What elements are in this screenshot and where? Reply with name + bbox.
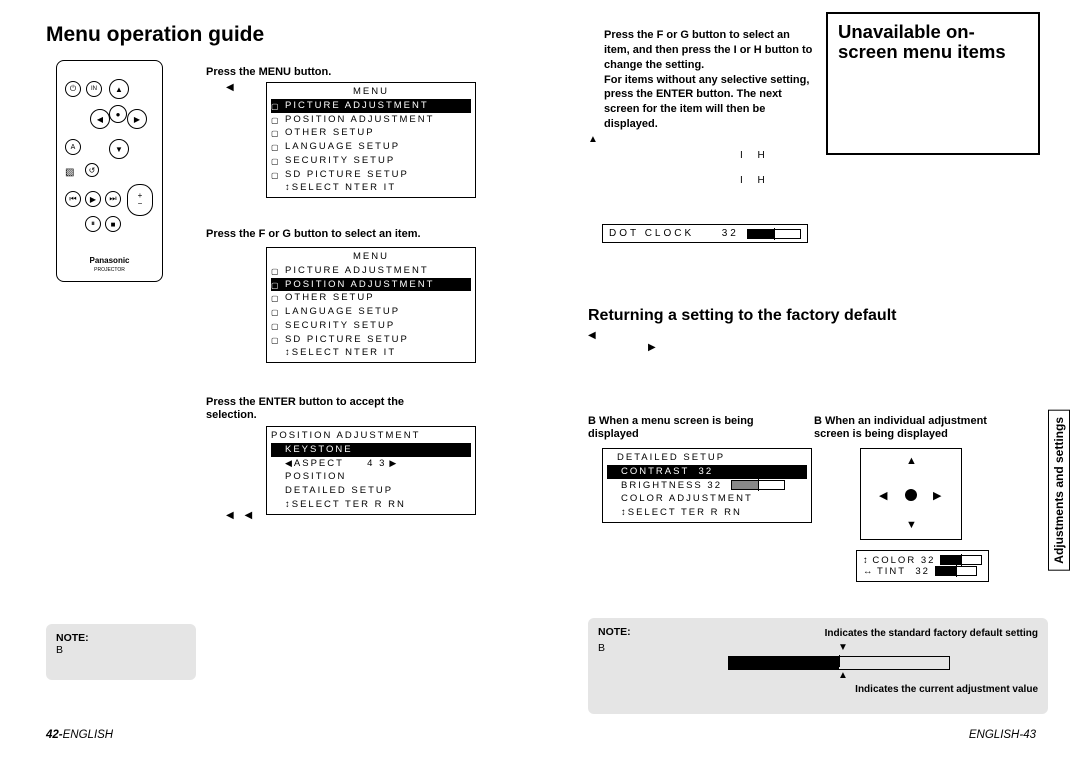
color-tint-box: ↕ COLOR 32 ↔ TINT 32 [856, 550, 989, 582]
page-number-right: ENGLISH-43 [969, 729, 1036, 741]
arrow-left-icon: ◀ [226, 82, 234, 93]
arrow-up-icon: ▲ [588, 134, 598, 145]
note-box-left: NOTE: B [46, 624, 196, 680]
unavailable-menu-box: Unavailable on-screen menu items [826, 12, 1040, 155]
arrow-left-icon: ◀ ◀ [226, 510, 256, 521]
remote-brand: Panasonic [57, 256, 162, 265]
case1-label: B When a menu screen is being displayed [588, 415, 798, 441]
osd-menu-2: MENU ▢PICTURE ADJUSTMENT ▢POSITION ADJUS… [266, 247, 476, 363]
ih-indicator: I H [740, 175, 771, 186]
page-title-left: Menu operation guide [46, 23, 264, 47]
dpad-illustration: ▲ ◀ ▶ ▼ [860, 448, 962, 540]
dot-clock-row: DOT CLOCK 32 [602, 224, 808, 243]
arrow-left-icon: ◀ [588, 330, 596, 341]
case2-label: B When an individual adjustment screen i… [814, 415, 1024, 441]
step1-label: Press the MENU button. [206, 66, 331, 79]
step4-label: Press the F or G button to select an ite… [604, 28, 814, 132]
returning-title: Returning a setting to the factory defau… [588, 307, 896, 325]
osd-menu-4: DETAILED SETUP CONTRAST 32 BRIGHTNESS 32… [602, 448, 812, 523]
page-number-left: 42-ENGLISH [46, 729, 113, 741]
in-icon: IN [91, 86, 97, 92]
remote-control-illustration: ⏻ IN ▲ ◀ ▶ ● ▼ A ▧ ↺ ⏮ ▶ ⏭ +− ⏸ ■ Panaso… [56, 60, 163, 282]
ih-indicator: I H [740, 150, 771, 161]
remote-sub: PROJECTOR [57, 267, 162, 273]
power-icon: ⏻ [70, 84, 76, 94]
arrow-right-icon: ▶ [648, 342, 656, 353]
osd-menu-3: POSITION ADJUSTMENT KEYSTONE ASPECT 4 3 … [266, 426, 476, 515]
osd-menu-1: MENU ▢PICTURE ADJUSTMENT ▢POSITION ADJUS… [266, 82, 476, 198]
side-tab: Adjustments and settings [1048, 410, 1070, 571]
step3-label: Press the ENTER button to accept the sel… [206, 396, 436, 422]
step2-label: Press the F or G button to select an ite… [206, 228, 466, 241]
note-box-right: NOTE: B Indicates the standard factory d… [588, 618, 1048, 714]
